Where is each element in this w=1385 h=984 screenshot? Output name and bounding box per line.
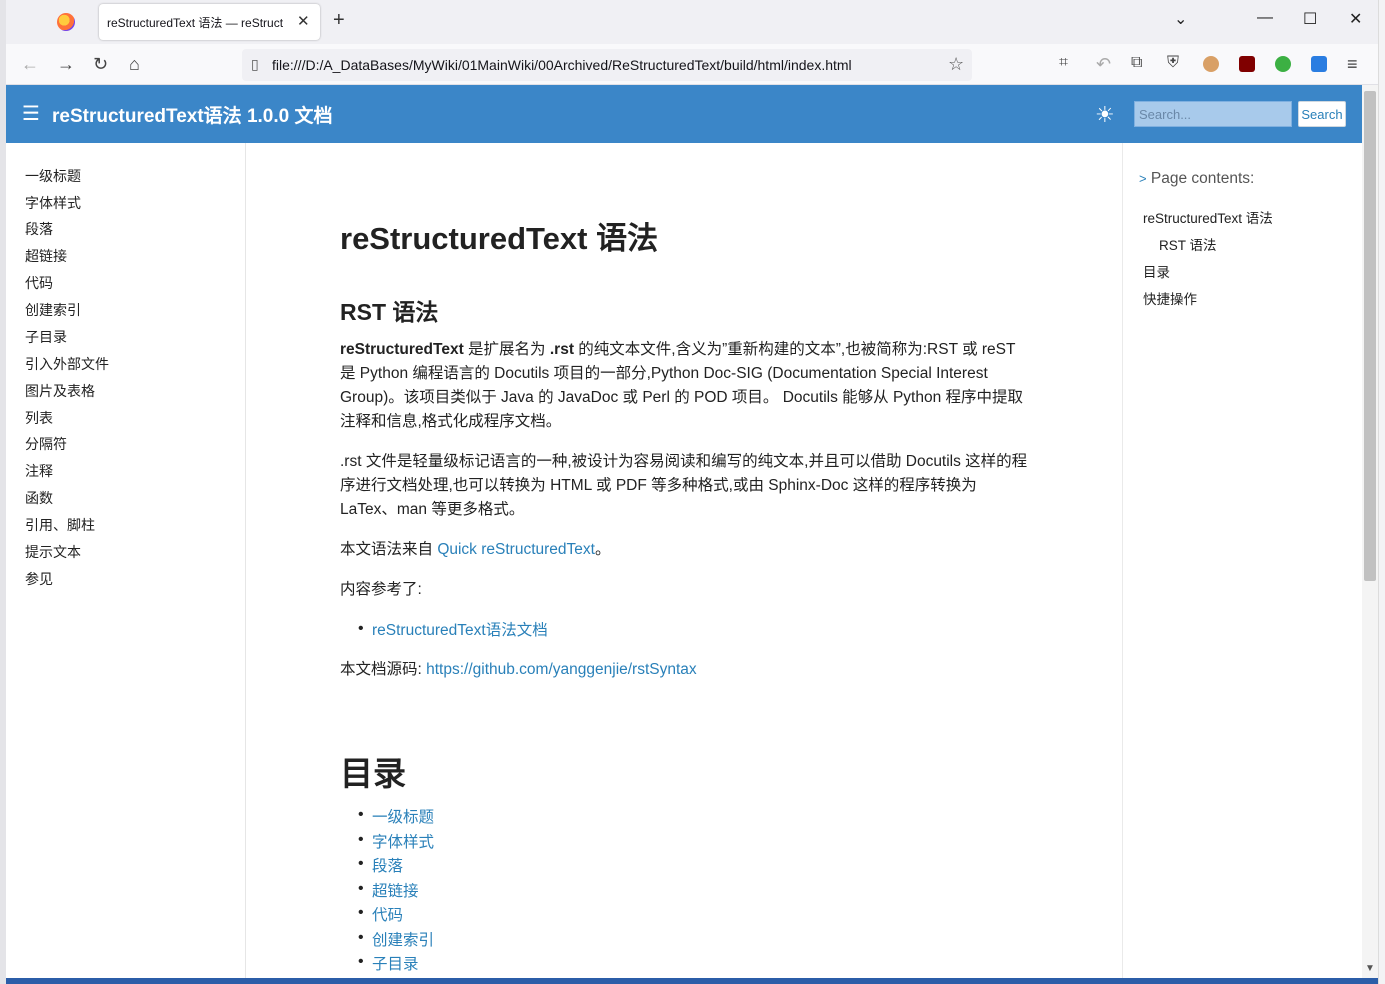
sidebar-item[interactable]: 提示文本 [25,542,81,562]
toc-link[interactable]: 超链接 [372,879,419,901]
close-tab-icon[interactable]: ✕ [297,12,310,30]
sidebar-item[interactable]: 创建索引 [25,300,81,320]
list-tabs-icon[interactable]: ⌄ [1174,9,1187,29]
bullet-icon: • [358,953,364,970]
sidebar-item[interactable]: 列表 [25,408,53,428]
toc-link[interactable]: 段落 [372,854,403,876]
browser-tab[interactable]: reStructuredText 语法 — reStruct ✕ [99,4,320,40]
n-extension-icon[interactable] [1275,56,1291,72]
page-contents-item[interactable]: 快捷操作 [1143,288,1197,308]
sidebar-item[interactable]: 引用、脚柱 [25,515,95,535]
source-paragraph: 本文语法来自 Quick reStructuredText。 [340,538,1030,562]
close-window-icon[interactable]: ✕ [1349,9,1362,29]
toc-link[interactable]: 子目录 [372,952,419,974]
repo-paragraph: 本文档源码: https://github.com/yanggenjie/rst… [340,658,1030,682]
back-icon[interactable]: ← [21,54,39,75]
section-heading-rst: RST 语法 [340,299,439,325]
site-title[interactable]: reStructuredText语法 1.0.0 文档 [52,101,333,128]
page-contents-item[interactable]: RST 语法 [1159,234,1217,254]
reference-paragraph: 内容参考了: [340,581,422,598]
forward-icon[interactable]: → [57,54,75,75]
privacy-icon[interactable]: ⛨ [1167,54,1179,72]
sidebar-item[interactable]: 函数 [25,488,53,508]
bullet-icon: • [358,620,364,637]
sidebar-item[interactable]: 子目录 [25,327,67,347]
bookmark-star-icon[interactable]: ☆ [948,54,964,75]
intro-paragraph: reStructuredText 是扩展名为 .rst 的纯文本文件,含义为”重… [340,338,1030,434]
repo-text: 本文档源码: [340,661,427,678]
undo-icon[interactable]: ↶ [1096,54,1111,75]
page-contents-item[interactable]: 目录 [1143,261,1170,281]
scrollbar-thumb[interactable] [1364,91,1376,581]
github-link[interactable]: https://github.com/yanggenjie/rstSyntax [426,661,697,678]
theme-toggle-icon[interactable]: ☀ [1095,102,1115,128]
reference-link[interactable]: reStructuredText语法文档 [372,618,548,640]
firefox-icon[interactable] [57,13,75,31]
expand-arrow-icon[interactable]: > [1139,171,1147,186]
bullet-icon: • [358,880,364,897]
toc-heading: 目录 [340,755,406,792]
tab-bar: reStructuredText 语法 — reStruct ✕ + ⌄ — ☐… [6,0,1378,44]
sidebar-item[interactable]: 段落 [25,219,53,239]
main-content: reStructuredText 语法 RST 语法 reStructuredT… [246,143,1122,984]
extensions-icon[interactable]: ⧉ [1131,54,1142,72]
sidebar-item[interactable]: 引入外部文件 [25,354,109,374]
url-text[interactable]: file:///D:/A_DataBases/MyWiki/01MainWiki… [272,57,852,73]
address-bar[interactable]: ▯ file:///D:/A_DataBases/MyWiki/01MainWi… [242,49,972,81]
sidebar-item[interactable]: 一级标题 [25,166,81,186]
sidebar-item[interactable]: 超链接 [25,246,67,266]
page-contents-title[interactable]: > Page contents: [1139,170,1254,188]
bullet-icon: • [358,806,364,823]
rst-description-paragraph: .rst 文件是轻量级标记语言的一种,被设计为容易阅读和编写的纯文本,并且可以借… [340,453,1028,518]
fox-extension-icon[interactable] [1203,56,1219,72]
page-contents-label: Page contents: [1150,170,1255,187]
sidebar-item[interactable]: 字体样式 [25,193,81,213]
page-contents-panel: > Page contents: reStructuredText 语法 RST… [1122,143,1362,984]
quick-rst-link[interactable]: Quick reStructuredText [437,541,595,558]
new-tab-icon[interactable]: + [333,9,345,32]
sidebar-toggle-icon[interactable]: ☰ [22,101,40,126]
maximize-icon[interactable]: ☐ [1303,9,1317,29]
scroll-down-arrow-icon[interactable]: ▼ [1365,963,1375,974]
reload-icon[interactable]: ↻ [93,54,108,75]
bullet-icon: • [358,831,364,848]
sidebar-item[interactable]: 图片及表格 [25,381,95,401]
toc-link[interactable]: 一级标题 [372,805,434,827]
search-button[interactable]: Search [1298,101,1346,127]
page-contents-item[interactable]: reStructuredText 语法 [1143,207,1273,227]
source-end: 。 [594,541,611,558]
menu-hamburger-icon[interactable]: ≡ [1347,54,1358,75]
tab-title: reStructuredText 语法 — reStruct [107,16,284,30]
translate-extension-icon[interactable] [1311,56,1327,72]
navigation-bar: ← → ↻ ⌂ ▯ file:///D:/A_DataBases/MyWiki/… [6,44,1378,85]
ext-term: .rst [549,341,574,358]
bullet-icon: • [358,855,364,872]
minimize-icon[interactable]: — [1257,9,1273,27]
sidebar-item[interactable]: 分隔符 [25,434,67,454]
bullet-icon: • [358,929,364,946]
sidebar-item[interactable]: 代码 [25,273,53,293]
bullet-icon: • [358,904,364,921]
ublock-icon[interactable] [1239,56,1255,72]
crop-icon[interactable]: ⌗ [1059,54,1068,72]
home-icon[interactable]: ⌂ [129,54,140,75]
sidebar-item[interactable]: 参见 [25,569,53,589]
page-scrollbar[interactable]: ▼ [1362,85,1378,984]
bold-term: reStructuredText [340,341,464,358]
toc-link[interactable]: 创建索引 [372,928,434,950]
browser-window: reStructuredText 语法 — reStruct ✕ + ⌄ — ☐… [0,0,1385,984]
window-right-edge [1378,0,1385,984]
sidebar-item[interactable]: 注释 [25,461,53,481]
page-info-icon[interactable]: ▯ [251,56,259,73]
toc-link[interactable]: 字体样式 [372,830,434,852]
page-title: reStructuredText 语法 [340,221,659,256]
search-input[interactable] [1134,101,1292,127]
intro-text: 是扩展名为 [463,341,550,358]
taskbar-strip [6,978,1378,984]
toc-link[interactable]: 代码 [372,903,403,925]
sidebar-nav: 一级标题 字体样式 段落 超链接 代码 创建索引 子目录 引入外部文件 图片及表… [6,143,246,984]
site-header: ☰ reStructuredText语法 1.0.0 文档 ☀ Search [6,85,1362,143]
source-text: 本文语法来自 [340,541,438,558]
